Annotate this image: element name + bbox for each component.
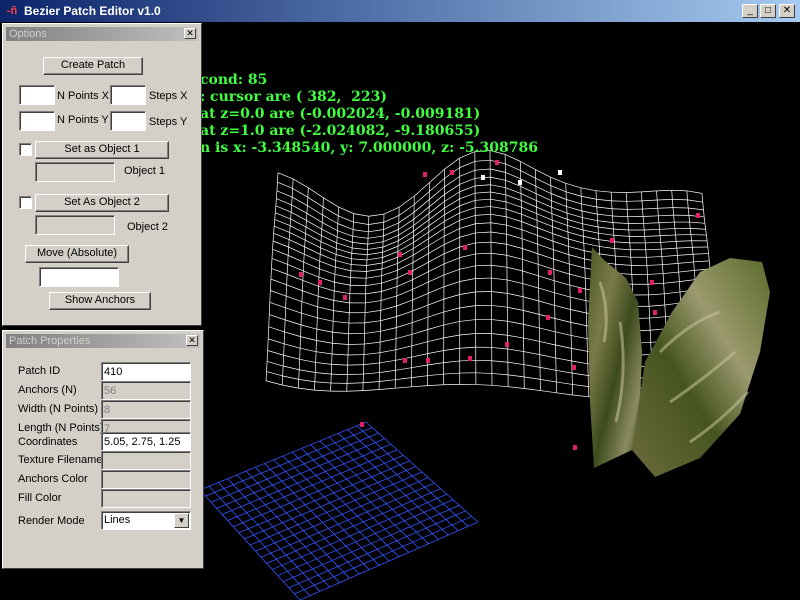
steps-x-label: Steps X bbox=[149, 90, 188, 102]
fill-color-label: Fill Color bbox=[18, 492, 62, 504]
texture-filename-label: Texture Filename bbox=[18, 454, 103, 466]
chevron-down-icon[interactable]: ▼ bbox=[174, 513, 189, 528]
object-1-checkbox[interactable] bbox=[19, 143, 32, 156]
render-mode-select[interactable]: Lines ▼ bbox=[101, 511, 191, 530]
steps-y-label: Steps Y bbox=[149, 116, 188, 128]
patch-properties-panel: Patch Properties ✕ Patch ID Anchors (N) … bbox=[2, 330, 204, 569]
textured-patch-right-wing bbox=[632, 258, 770, 477]
anchor-point[interactable] bbox=[408, 270, 412, 275]
anchor-point[interactable] bbox=[578, 288, 582, 293]
readout-line-z0: at z=0.0 are (-0.002024, -0.009181) bbox=[200, 106, 481, 122]
steps-y-input[interactable] bbox=[110, 111, 146, 131]
patch-id-field[interactable] bbox=[101, 362, 191, 381]
minimize-button[interactable]: _ bbox=[742, 4, 758, 18]
properties-panel-titlebar[interactable]: Patch Properties ✕ bbox=[6, 334, 200, 348]
title-bar[interactable]: -ñ Bezier Patch Editor v1.0 _ □ ✕ bbox=[0, 0, 800, 22]
anchors-color-swatch[interactable] bbox=[101, 470, 191, 489]
options-panel-titlebar[interactable]: Options ✕ bbox=[6, 27, 198, 41]
readout-line-position: n is x: -3.348540, y: 7.000000, z: -5.30… bbox=[200, 140, 538, 156]
length-label: Length (N Points) bbox=[18, 422, 104, 434]
properties-panel-title: Patch Properties bbox=[9, 335, 91, 347]
anchor-point[interactable] bbox=[426, 358, 430, 363]
readout-line-cursor: : cursor are ( 382, 223) bbox=[200, 89, 388, 105]
object-2-checkbox[interactable] bbox=[19, 196, 32, 209]
anchor-point[interactable] bbox=[318, 280, 322, 285]
move-absolute-button[interactable]: Move (Absolute) bbox=[25, 245, 129, 263]
width-field bbox=[101, 400, 191, 419]
n-points-y-label: N Points Y bbox=[57, 114, 109, 126]
move-value-input[interactable] bbox=[39, 267, 119, 287]
debug-readout: cond: 85 : cursor are ( 382, 223) at z=0… bbox=[200, 72, 800, 182]
object-2-field bbox=[35, 215, 115, 235]
create-patch-button[interactable]: Create Patch bbox=[43, 57, 143, 75]
options-close-button[interactable]: ✕ bbox=[184, 28, 196, 39]
show-anchors-button[interactable]: Show Anchors bbox=[49, 292, 151, 310]
set-object-2-button[interactable]: Set As Object 2 bbox=[35, 194, 169, 212]
render-mode-label: Render Mode bbox=[18, 515, 85, 527]
patch-id-label: Patch ID bbox=[18, 365, 61, 377]
anchor-point[interactable] bbox=[546, 315, 550, 320]
anchor-point[interactable] bbox=[463, 245, 467, 250]
texture-filename-field bbox=[101, 451, 191, 470]
n-points-x-label: N Points X bbox=[57, 90, 109, 102]
anchor-point[interactable] bbox=[572, 365, 576, 370]
n-points-y-input[interactable] bbox=[19, 111, 55, 131]
coordinates-field[interactable] bbox=[101, 432, 191, 451]
anchor-point[interactable] bbox=[343, 295, 347, 300]
readout-line-z1: at z=1.0 are (-2.024082, -9.180655) bbox=[200, 123, 481, 139]
object-1-label: Object 1 bbox=[124, 165, 165, 177]
app-window: -ñ Bezier Patch Editor v1.0 _ □ ✕ cond: … bbox=[0, 0, 800, 600]
anchors-color-label: Anchors Color bbox=[18, 473, 88, 485]
maximize-button[interactable]: □ bbox=[760, 4, 776, 18]
anchor-point[interactable] bbox=[610, 238, 614, 243]
anchors-field bbox=[101, 381, 191, 400]
fill-color-swatch[interactable] bbox=[101, 489, 191, 508]
anchor-point[interactable] bbox=[573, 445, 577, 450]
anchor-point[interactable] bbox=[696, 213, 700, 218]
readout-line-fps: cond: 85 bbox=[200, 72, 268, 88]
anchor-point[interactable] bbox=[650, 280, 654, 285]
n-points-x-input[interactable] bbox=[19, 85, 55, 105]
anchor-point[interactable] bbox=[403, 358, 407, 363]
render-mode-value: Lines bbox=[104, 514, 131, 526]
object-1-field bbox=[35, 162, 115, 182]
anchor-point[interactable] bbox=[360, 422, 364, 427]
anchor-point[interactable] bbox=[653, 310, 657, 315]
window-title: Bezier Patch Editor v1.0 bbox=[24, 4, 161, 18]
properties-close-button[interactable]: ✕ bbox=[186, 335, 198, 346]
close-button[interactable]: ✕ bbox=[779, 4, 795, 18]
coordinates-label: Coordinates bbox=[18, 436, 78, 448]
anchor-point[interactable] bbox=[398, 252, 402, 257]
steps-x-input[interactable] bbox=[110, 85, 146, 105]
app-icon[interactable]: -ñ bbox=[4, 3, 20, 19]
textured-patch-left-wing bbox=[588, 247, 642, 468]
floor-grid bbox=[199, 421, 479, 600]
width-label: Width (N Points) bbox=[18, 403, 99, 415]
anchor-point[interactable] bbox=[505, 342, 509, 347]
set-object-1-button[interactable]: Set as Object 1 bbox=[35, 141, 169, 159]
anchor-point[interactable] bbox=[299, 272, 303, 277]
anchors-label: Anchors (N) bbox=[18, 384, 77, 396]
options-panel: Options ✕ Create Patch N Points X Steps … bbox=[2, 23, 202, 326]
options-panel-title: Options bbox=[9, 28, 47, 40]
anchor-point[interactable] bbox=[548, 270, 552, 275]
object-2-label: Object 2 bbox=[127, 221, 168, 233]
anchor-point[interactable] bbox=[468, 356, 472, 361]
